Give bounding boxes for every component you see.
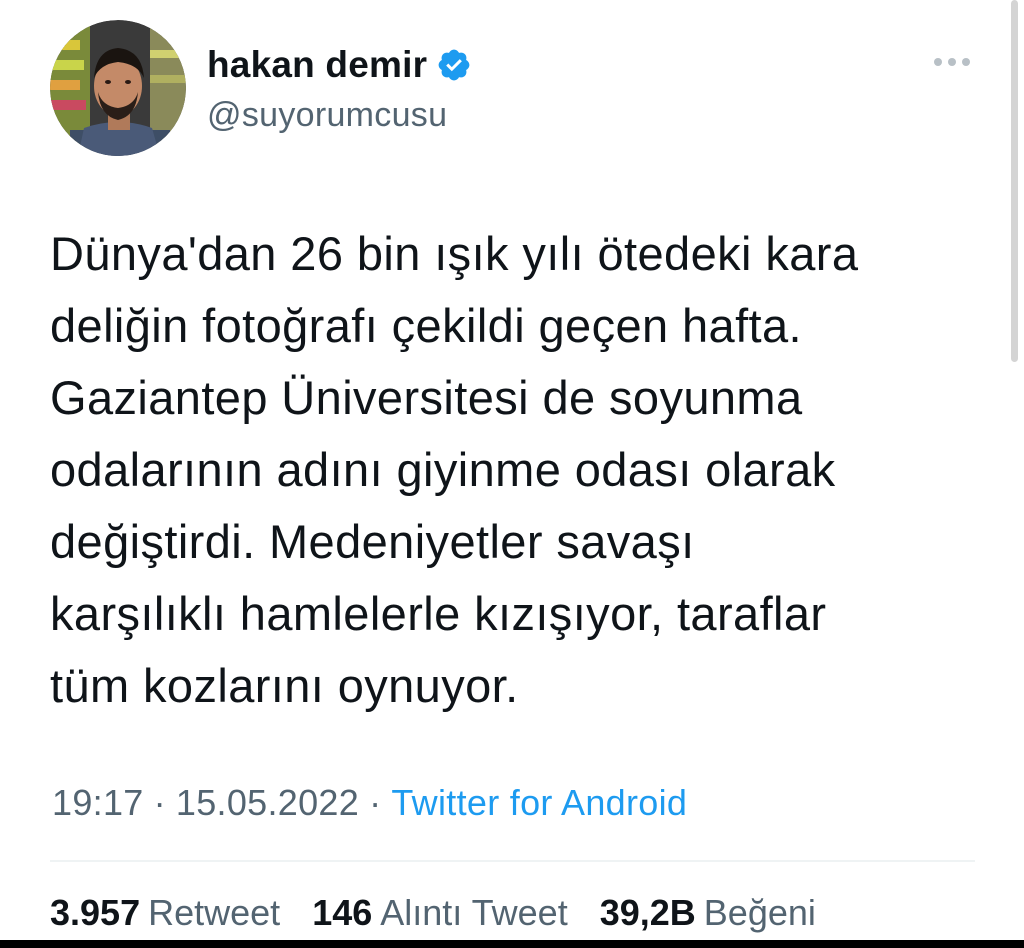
verified-badge-icon — [436, 47, 472, 83]
bottom-edge — [0, 940, 1024, 948]
meta-separator: · — [369, 782, 382, 823]
tweet-line: karşılıklı hamlelerle kızışıyor, tarafla… — [50, 587, 827, 640]
more-options-icon[interactable] — [930, 52, 974, 72]
tweet-line: deliğin fotoğrafı çekildi geçen hafta. — [50, 299, 803, 352]
meta-separator: · — [153, 782, 166, 823]
quotes-count: 146 — [312, 892, 373, 933]
tweet-line: Dünya'dan 26 bin ışık yılı ötedeki kara — [50, 227, 859, 280]
display-name[interactable]: hakan demir — [207, 44, 427, 86]
scrollbar[interactable] — [1011, 0, 1018, 362]
likes-stat[interactable]: 39,2B Beğeni — [600, 892, 816, 933]
likes-label: Beğeni — [703, 892, 816, 933]
tweet-page: hakan demir @suyorumcusu Dünya'dan 26 bi… — [0, 0, 1024, 948]
tweet-stats: 3.957 Retweet 146 Alıntı Tweet 39,2B Beğeni — [50, 892, 838, 934]
avatar-image — [50, 20, 186, 156]
tweet-text: Dünya'dan 26 bin ışık yılı ötedeki kara … — [50, 218, 985, 722]
retweets-stat[interactable]: 3.957 Retweet — [50, 892, 280, 933]
divider — [50, 860, 975, 862]
tweet-meta: 19:17 · 15.05.2022 · Twitter for Android — [52, 782, 687, 824]
author-handle[interactable]: @suyorumcusu — [207, 96, 472, 135]
retweets-count: 3.957 — [50, 892, 141, 933]
likes-count: 39,2B — [599, 892, 696, 933]
tweet-line: tüm kozlarını oynuyor. — [50, 659, 519, 712]
tweet-line: değiştirdi. Medeniyetler savaşı — [50, 515, 695, 568]
tweet-line: odalarının adını giyinme odası olarak — [50, 443, 836, 496]
tweet-source-link[interactable]: Twitter for Android — [391, 782, 687, 823]
tweet-date[interactable]: 15.05.2022 — [176, 782, 359, 823]
tweet-time[interactable]: 19:17 — [52, 782, 144, 823]
avatar[interactable] — [50, 20, 186, 156]
quotes-label: Alıntı Tweet — [380, 892, 568, 933]
author-info: hakan demir @suyorumcusu — [207, 42, 472, 135]
tweet-line: Gaziantep Üniversitesi de soyunma — [50, 371, 803, 424]
name-row: hakan demir — [207, 42, 472, 88]
retweets-label: Retweet — [148, 892, 281, 933]
quotes-stat[interactable]: 146 Alıntı Tweet — [312, 892, 568, 933]
